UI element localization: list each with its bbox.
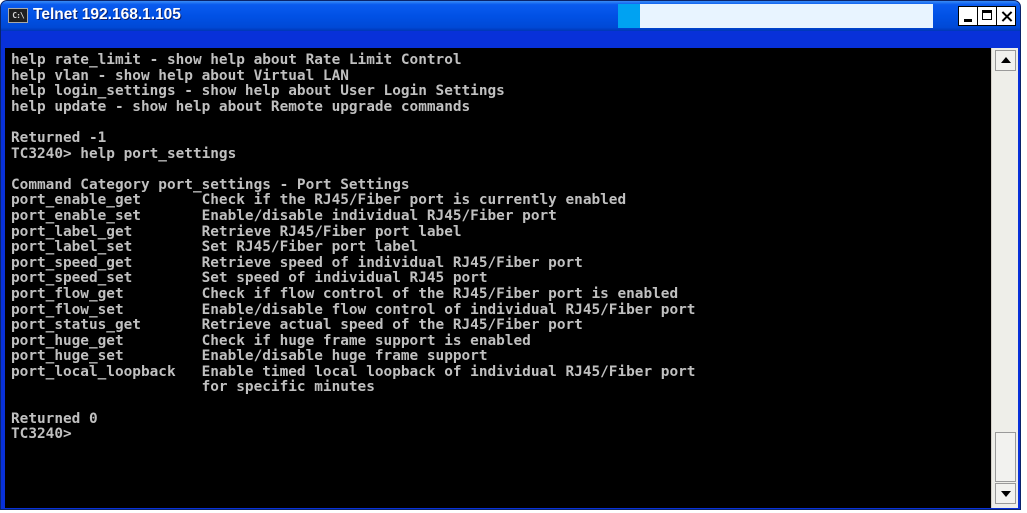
minimize-button[interactable] — [958, 6, 978, 26]
telnet-window: C:\ Telnet 192.168.1.105 help rate_limit… — [0, 0, 1021, 510]
scroll-up-button[interactable] — [995, 50, 1016, 71]
vertical-scrollbar[interactable] — [991, 48, 1018, 508]
console-line: port_speed_get Retrieve speed of individ… — [11, 254, 583, 271]
console-line: help vlan - show help about Virtual LAN — [11, 67, 349, 84]
console-line: Command Category port_settings - Port Se… — [11, 176, 410, 193]
console-line: Returned 0 — [11, 410, 98, 427]
console-line: port_flow_set Enable/disable flow contro… — [11, 301, 696, 318]
scroll-down-button[interactable] — [995, 483, 1016, 504]
console-line: port_flow_get Check if flow control of t… — [11, 285, 679, 302]
console-text: help rate_limit - show help about Rate L… — [5, 48, 992, 443]
console-line: port_huge_get Check if huge frame suppor… — [11, 332, 531, 349]
console-line: port_enable_get Check if the RJ45/Fiber … — [11, 192, 627, 209]
console-line: port_label_set Set RJ45/Fiber port label — [11, 239, 419, 256]
console-line: TC3240> help port_settings — [11, 145, 237, 162]
console-line: help login_settings - show help about Us… — [11, 83, 505, 100]
maximize-button[interactable] — [977, 6, 997, 26]
scroll-thumb[interactable] — [995, 432, 1016, 482]
title-bar-highlight — [618, 4, 640, 28]
scroll-down-arrow-icon — [1001, 491, 1011, 497]
console-line: for specific minutes — [11, 379, 375, 396]
console-line: help rate_limit - show help about Rate L… — [11, 52, 462, 68]
console-line: port_local_loopback Enable timed local l… — [11, 363, 696, 380]
window-title: Telnet 192.168.1.105 — [33, 6, 181, 23]
console-line: TC3240> — [11, 426, 72, 443]
console-output[interactable]: help rate_limit - show help about Rate L… — [5, 48, 992, 508]
console-line: port_status_get Retrieve actual speed of… — [11, 317, 583, 334]
console-icon[interactable]: C:\ — [8, 8, 28, 23]
console-line: help update - show help about Remote upg… — [11, 98, 471, 115]
console-line: port_label_get Retrieve RJ45/Fiber port … — [11, 223, 462, 240]
console-line: port_huge_set Enable/disable huge frame … — [11, 348, 488, 365]
console-line: Returned -1 — [11, 129, 107, 146]
console-line: port_speed_set Set speed of individual R… — [11, 270, 488, 287]
console-line: port_enable_set Enable/disable individua… — [11, 207, 557, 224]
title-bar[interactable]: C:\ Telnet 192.168.1.105 — [1, 1, 1020, 31]
title-bar-light-region — [640, 4, 933, 28]
close-button[interactable] — [996, 6, 1016, 26]
scroll-up-arrow-icon — [1001, 57, 1011, 63]
